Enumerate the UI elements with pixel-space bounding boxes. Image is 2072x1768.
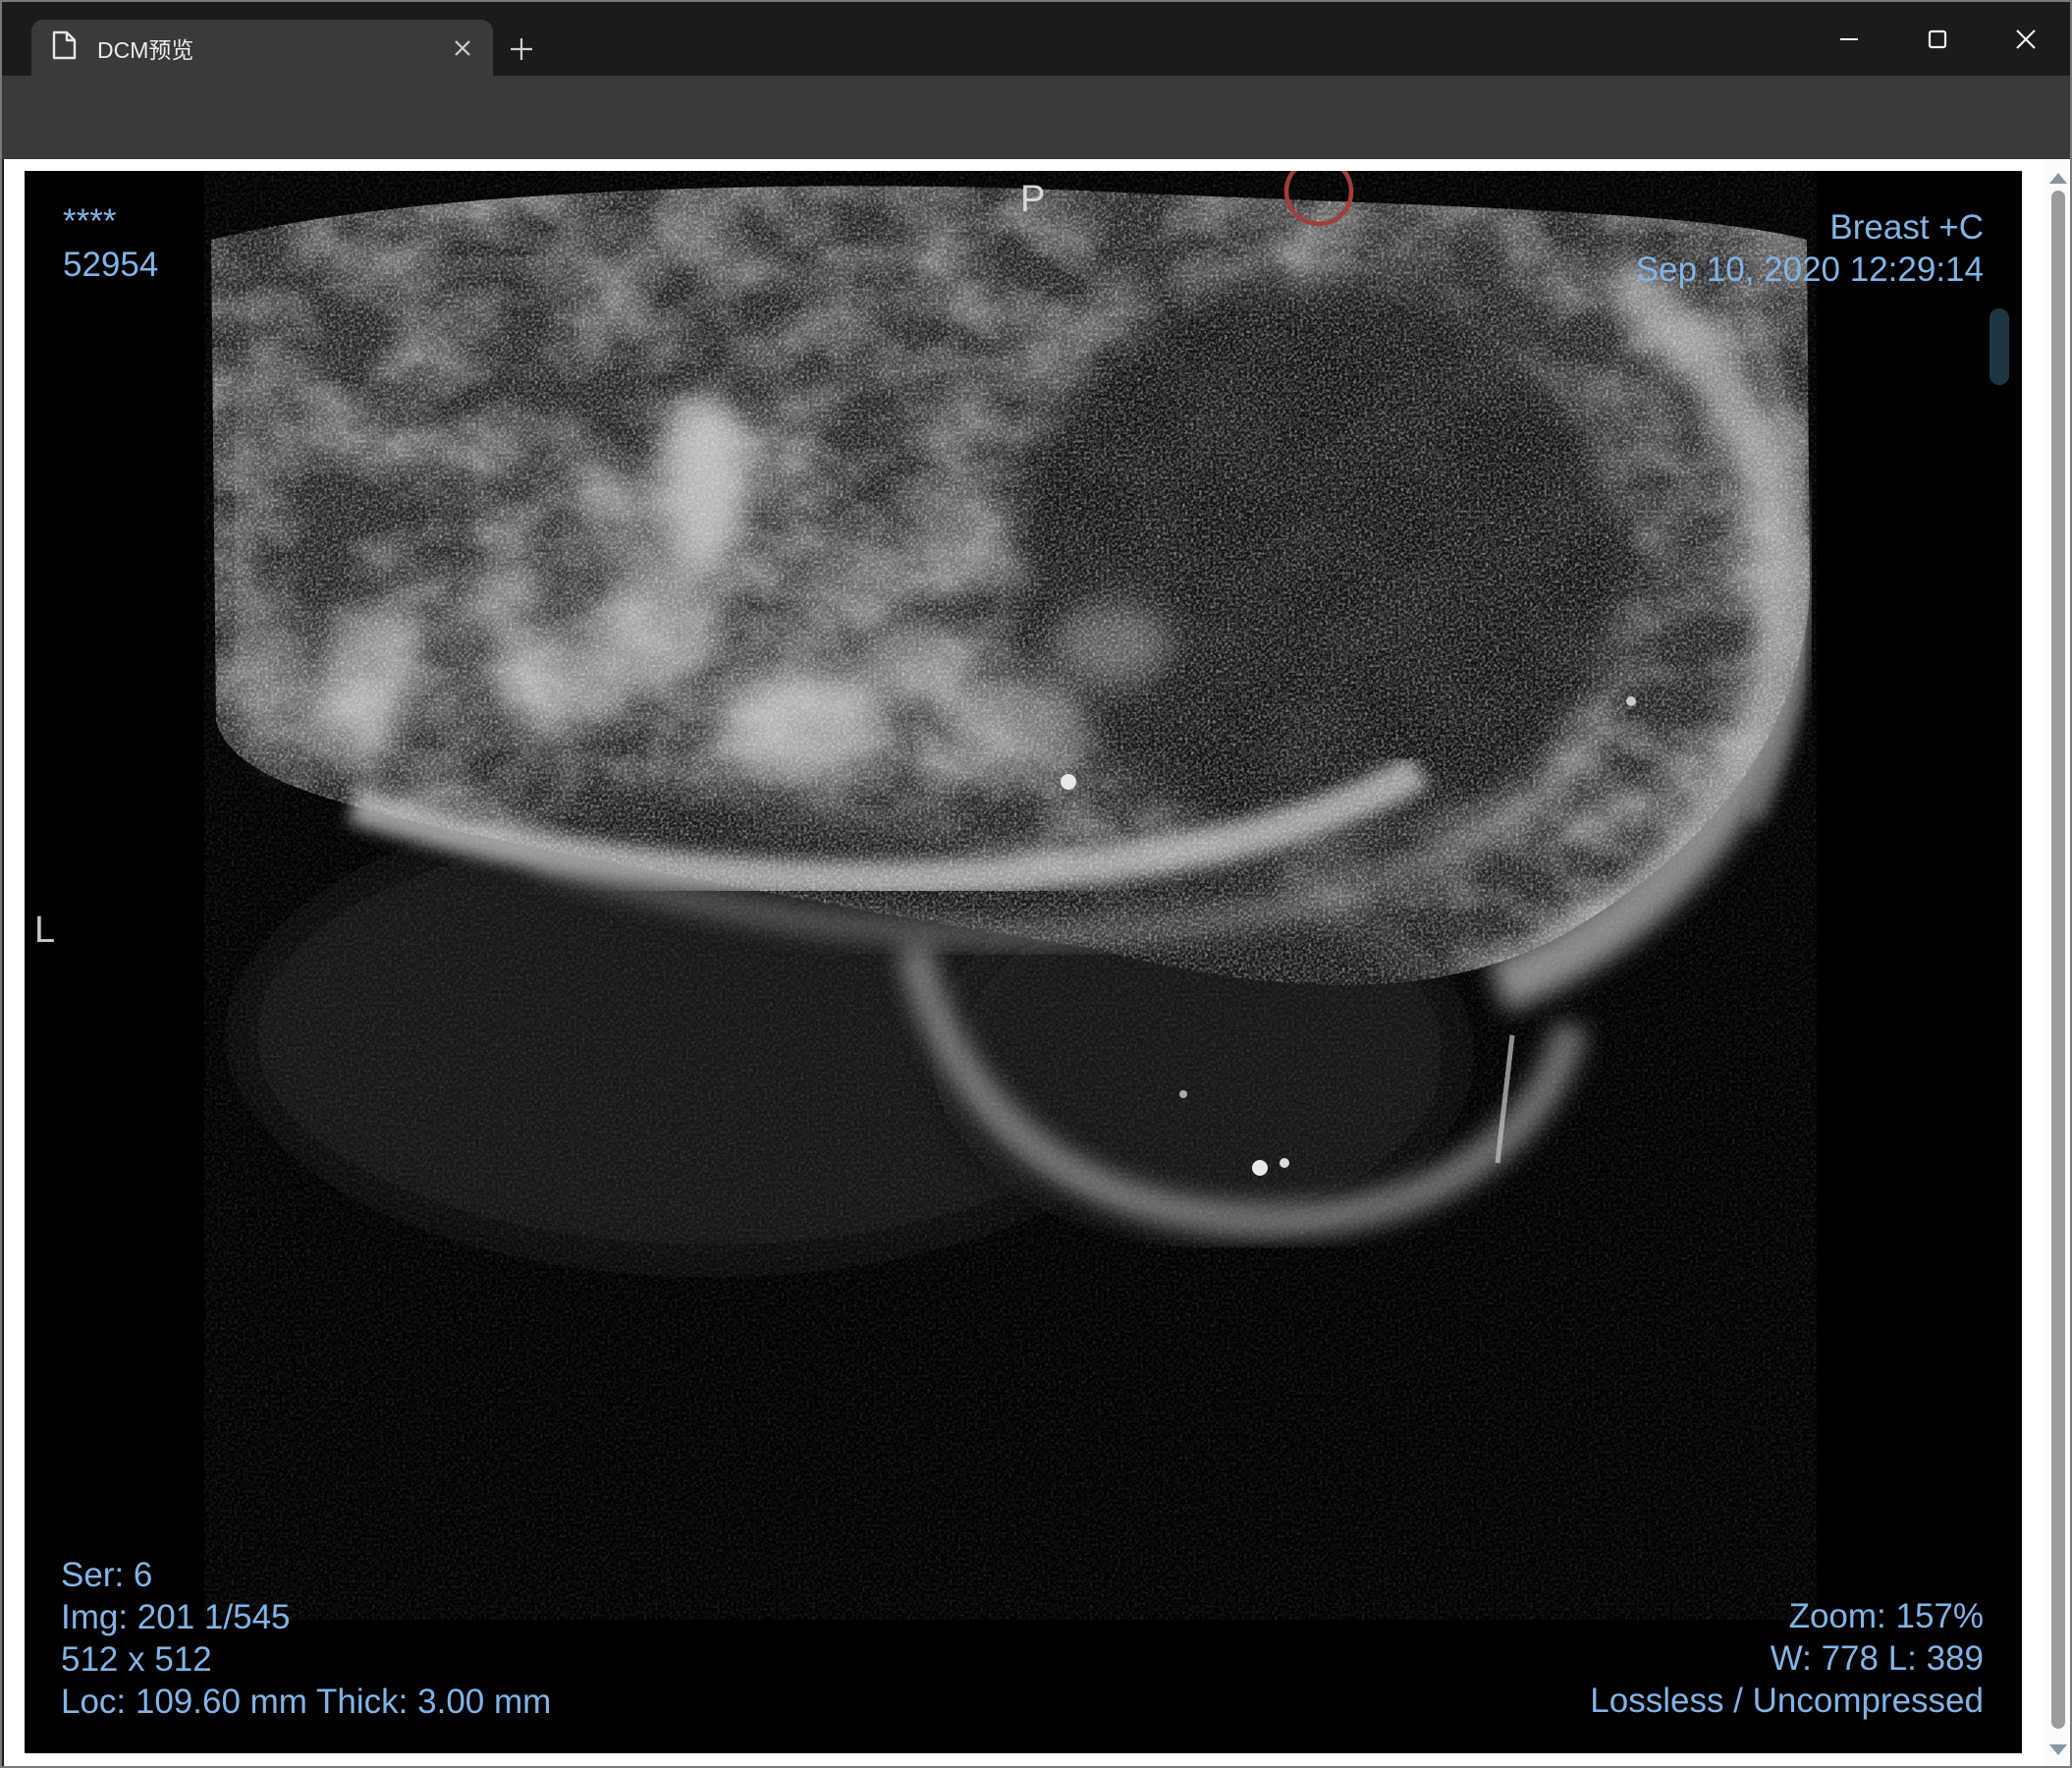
window-level: W: 778 L: 389 <box>1770 1639 1984 1678</box>
tab-dcm-preview[interactable]: DCM预览 <box>31 20 493 76</box>
new-tab-button[interactable] <box>503 31 540 67</box>
triangle-down-icon <box>2049 1743 2067 1755</box>
scrollbar-thumb[interactable] <box>2051 191 2065 1729</box>
plus-icon <box>511 38 532 60</box>
triangle-up-icon <box>2049 172 2067 184</box>
close-icon <box>2016 28 2036 49</box>
close-icon <box>455 39 470 56</box>
orientation-marker-posterior: P <box>1020 179 1046 220</box>
maximize-icon <box>1928 29 1947 48</box>
display-info-block: Zoom: 157% W: 778 L: 389 Lossless / Unco… <box>1590 1595 1984 1722</box>
page-body: **** 52954 Breast +C Sep 10, 2020 12:29:… <box>4 159 2070 1766</box>
orientation-marker-left: L <box>34 910 56 951</box>
compression-info: Lossless / Uncompressed <box>1590 1682 1984 1720</box>
tab-close-button[interactable] <box>446 31 479 65</box>
file-icon <box>51 30 78 65</box>
patient-id-overlay: 52954 <box>63 246 159 284</box>
patient-name-overlay: **** <box>63 202 117 241</box>
image-number: Img: 201 1/545 <box>61 1598 291 1636</box>
maximize-button[interactable] <box>1893 2 1982 76</box>
series-info-block: Ser: 6 Img: 201 1/545 512 x 512 Loc: 109… <box>61 1554 551 1723</box>
scroll-up-button[interactable] <box>2045 165 2070 191</box>
series-number: Ser: 6 <box>61 1556 153 1594</box>
toolbar: https://file.kkview.cn/onlinePreview?url… <box>2 76 2070 222</box>
close-window-button[interactable] <box>1982 2 2070 76</box>
minimize-button[interactable] <box>1805 2 1893 76</box>
minimize-icon <box>1840 37 1858 40</box>
browser-window: DCM预览 **** 52954 Breast +C Sep 10, 2020 … <box>0 0 2072 1768</box>
page-scrollbar[interactable] <box>2045 159 2070 1766</box>
window-controls <box>1805 2 2070 76</box>
study-description-overlay: Breast +C <box>1829 208 1984 247</box>
slice-location: Loc: 109.60 mm Thick: 3.00 mm <box>61 1683 552 1721</box>
titlebar: DCM预览 <box>2 2 2070 76</box>
dicom-canvas[interactable]: **** 52954 Breast +C Sep 10, 2020 12:29:… <box>25 171 2022 1753</box>
slice-indicator[interactable] <box>1990 308 2009 385</box>
scroll-down-button[interactable] <box>2045 1737 2070 1762</box>
tab-title: DCM预览 <box>97 36 194 63</box>
image-matrix: 512 x 512 <box>61 1640 212 1679</box>
mri-image <box>25 171 2022 1753</box>
study-datetime-overlay: Sep 10, 2020 12:29:14 <box>1635 250 1984 289</box>
zoom-level: Zoom: 157% <box>1788 1597 1984 1635</box>
